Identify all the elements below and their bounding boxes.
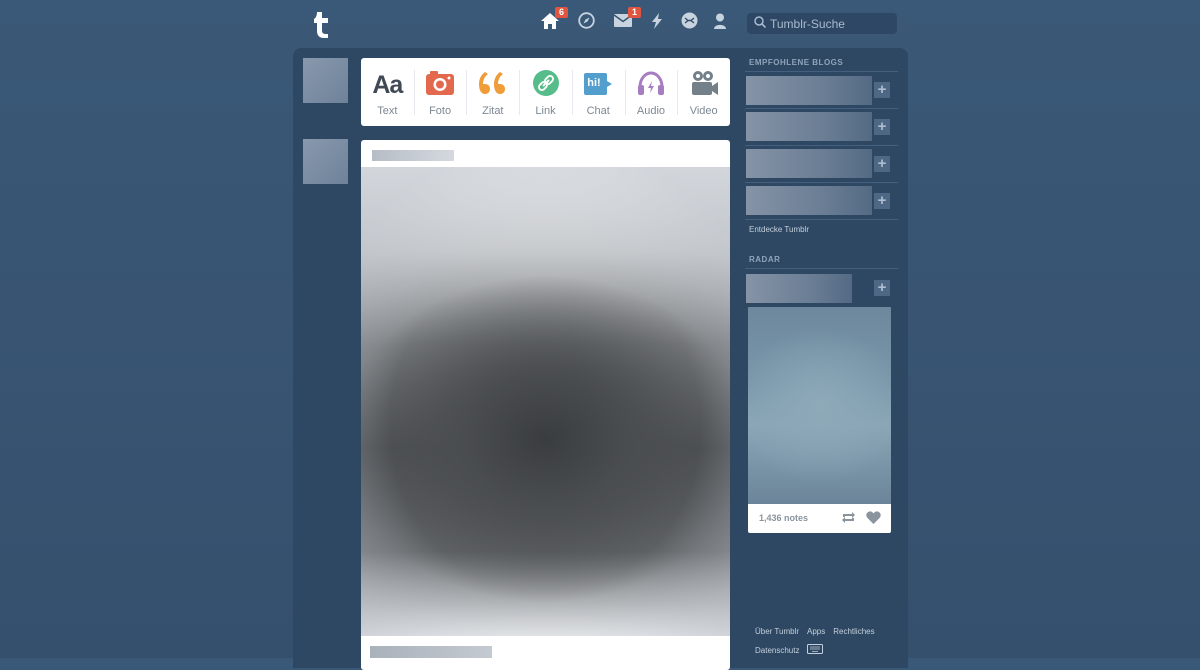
video-chat-nav-button[interactable] <box>679 12 699 34</box>
camera-icon <box>426 70 455 100</box>
post-type-bar: Aa Text Foto Zitat Link hi! Chat Audio V… <box>361 58 730 126</box>
compass-icon <box>577 12 595 34</box>
heart-icon[interactable] <box>866 511 881 529</box>
post-type-label: Video <box>689 105 718 117</box>
post-author-avatar[interactable] <box>303 139 348 184</box>
recommended-blogs-title: EMPFOHLENE BLOGS <box>749 58 844 67</box>
follow-button[interactable]: + <box>874 193 890 209</box>
follow-button[interactable]: + <box>874 156 890 172</box>
post-type-link-button[interactable]: Link <box>519 58 572 126</box>
link-icon <box>532 69 559 101</box>
footer-links: Über Tumblr Apps Rechtliches <box>755 627 883 636</box>
inbox-badge: 1 <box>628 7 641 18</box>
keyboard-icon[interactable] <box>807 644 824 656</box>
post-author-name-placeholder <box>372 150 454 161</box>
recommended-blog-item[interactable] <box>746 76 872 105</box>
footer-privacy-row: Datenschutz <box>755 644 831 656</box>
post-type-label: Chat <box>586 105 610 117</box>
chat-icon: hi! <box>584 73 613 97</box>
recommended-blog-item[interactable] <box>746 186 872 215</box>
divider <box>745 268 898 269</box>
footer-link-about[interactable]: Über Tumblr <box>755 627 799 636</box>
recommended-blog-item[interactable] <box>746 149 872 178</box>
divider <box>745 145 898 146</box>
home-badge: 6 <box>555 7 568 18</box>
divider <box>745 182 898 183</box>
text-icon: Aa <box>372 70 403 99</box>
footer-link-apps[interactable]: Apps <box>807 627 825 636</box>
divider <box>745 108 898 109</box>
post-type-photo-button[interactable]: Foto <box>413 58 467 126</box>
search-box[interactable] <box>747 13 897 34</box>
tumblr-logo[interactable] <box>310 9 334 39</box>
post-type-text-button[interactable]: Aa Text <box>361 58 414 126</box>
explore-nav-button[interactable] <box>576 12 596 34</box>
follow-button[interactable]: + <box>874 82 890 98</box>
post-type-chat-button[interactable]: hi! Chat <box>571 58 625 126</box>
post-caption-placeholder <box>370 646 492 658</box>
person-icon <box>713 13 727 34</box>
chat-glyph: hi! <box>587 77 601 89</box>
lightning-icon <box>651 12 663 34</box>
search-input[interactable] <box>770 16 890 31</box>
divider <box>745 71 898 72</box>
divider <box>745 219 898 220</box>
post-type-audio-button[interactable]: Audio <box>624 58 678 126</box>
discover-tumblr-link[interactable]: Entdecke Tumblr <box>749 225 809 234</box>
post-type-label: Link <box>535 105 556 117</box>
inbox-nav-button[interactable]: 1 <box>613 7 641 33</box>
dashboard-post <box>361 140 730 670</box>
home-nav-button[interactable]: 6 <box>540 7 568 33</box>
post-type-quote-button[interactable]: Zitat <box>466 58 519 126</box>
post-photo[interactable] <box>361 167 730 636</box>
notes-count[interactable]: 1,436 notes <box>759 513 808 523</box>
footer-link-privacy[interactable]: Datenschutz <box>755 646 799 655</box>
activity-nav-button[interactable] <box>647 12 667 34</box>
post-type-label: Audio <box>636 105 666 117</box>
recommended-blog-item[interactable] <box>746 112 872 141</box>
radar-photo[interactable] <box>748 307 891 504</box>
headphones-icon <box>637 70 665 101</box>
reblog-icon[interactable] <box>841 511 856 529</box>
post-type-video-button[interactable]: Video <box>677 58 730 126</box>
radar-blog-item[interactable] <box>746 274 852 303</box>
search-icon <box>747 15 767 33</box>
radar-post: 1,436 notes <box>748 307 891 533</box>
follow-button[interactable]: + <box>874 280 890 296</box>
account-nav-button[interactable] <box>710 13 730 33</box>
footer-link-legal[interactable]: Rechtliches <box>833 627 874 636</box>
follow-button[interactable]: + <box>874 119 890 135</box>
post-type-label: Foto <box>429 105 452 117</box>
video-chat-icon <box>681 12 698 34</box>
user-avatar[interactable] <box>303 58 348 103</box>
post-type-label: Zitat <box>482 105 504 117</box>
video-camera-icon <box>690 70 718 101</box>
post-type-label: Text <box>377 105 398 117</box>
quote-icon <box>478 71 507 99</box>
radar-title: RADAR <box>749 255 781 264</box>
